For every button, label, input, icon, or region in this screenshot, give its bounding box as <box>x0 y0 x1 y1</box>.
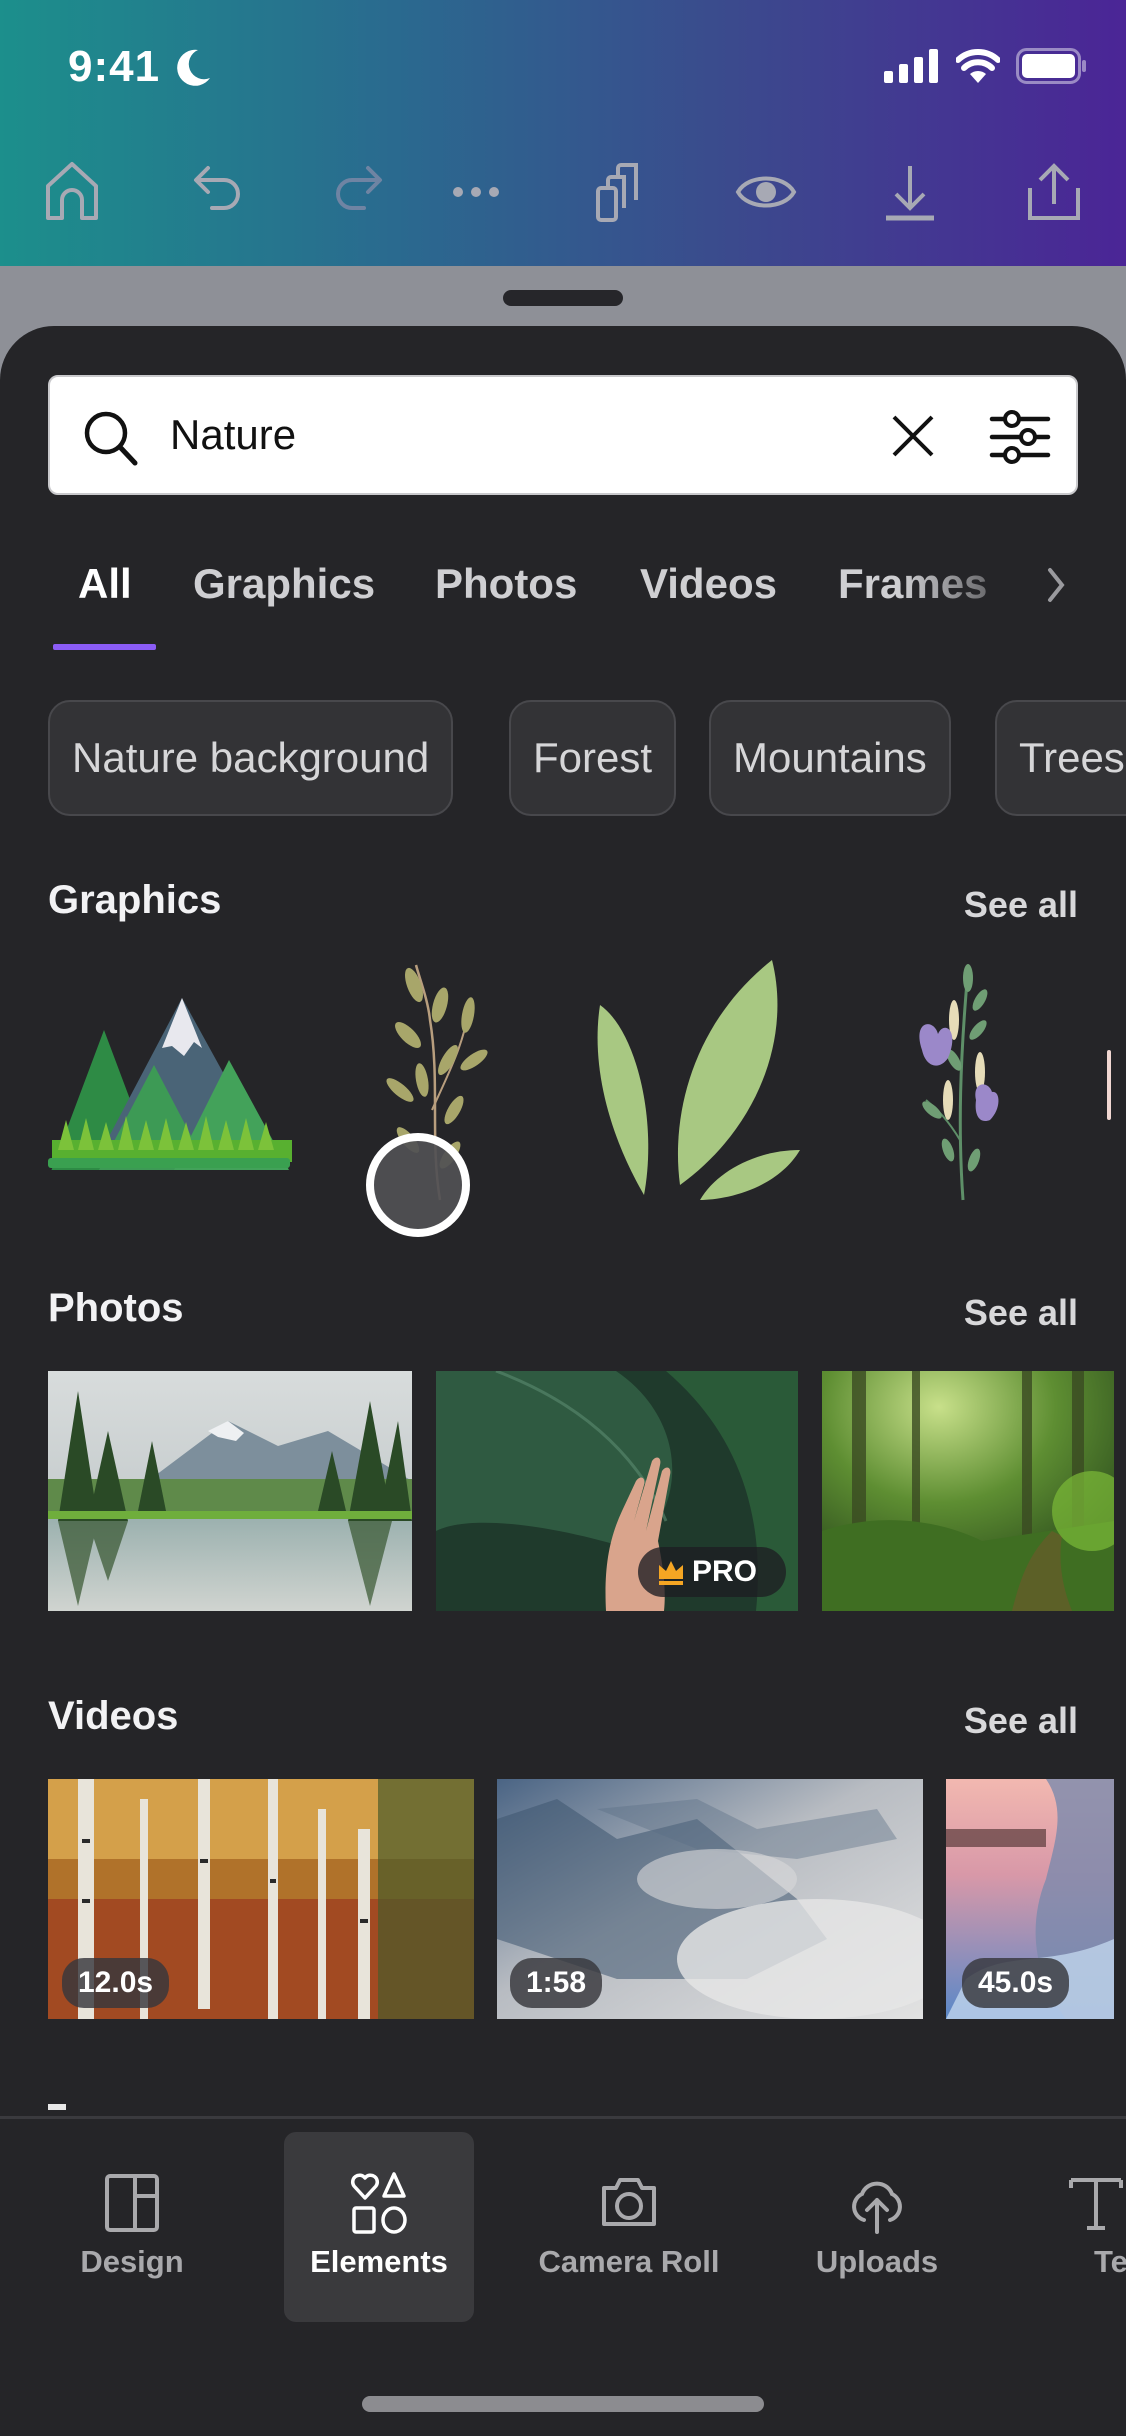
status-time: 9:41 <box>68 42 161 91</box>
close-icon[interactable] <box>886 409 940 463</box>
nav-label: Elements <box>310 2244 448 2279</box>
cloud-upload-icon <box>852 2181 902 2234</box>
nav-text[interactable]: Text <box>1030 2132 1126 2322</box>
wifi-icon <box>956 49 1000 83</box>
nav-uploads[interactable]: Uploads <box>782 2132 972 2322</box>
editor-header: 9:41 <box>0 0 1126 266</box>
nav-label: Camera Roll <box>538 2244 720 2279</box>
suggestion-chips: Nature background Forest Mountains Trees <box>0 700 1126 818</box>
nav-label: Uploads <box>815 2244 939 2279</box>
redo-icon[interactable] <box>326 160 390 224</box>
photos-see-all-link[interactable]: See all <box>964 1292 1078 1334</box>
chip-trees[interactable]: Trees <box>995 700 1126 816</box>
videos-section-title: Videos <box>48 1694 179 1738</box>
nav-camera-roll[interactable]: Camera Roll <box>534 2132 724 2322</box>
graphics-see-all-link[interactable]: See all <box>964 884 1078 926</box>
chip-mountains[interactable]: Mountains <box>709 700 951 816</box>
status-icons <box>884 48 1088 84</box>
filter-sliders-icon[interactable] <box>988 405 1052 469</box>
crown-icon <box>659 1561 683 1585</box>
more-icon[interactable] <box>444 160 508 224</box>
design-layout-icon <box>105 2174 159 2232</box>
share-icon[interactable] <box>1022 160 1086 224</box>
video-duration-badge: 1:58 <box>510 1958 603 2008</box>
tab-videos[interactable]: Videos <box>640 560 777 608</box>
tabs-fade <box>900 540 1020 630</box>
tab-photos[interactable]: Photos <box>435 560 577 608</box>
search-query[interactable]: Nature <box>170 411 296 459</box>
tab-all[interactable]: All <box>78 560 132 608</box>
sheet-drag-handle[interactable] <box>503 290 623 306</box>
home-icon[interactable] <box>40 160 104 224</box>
nav-label: Text <box>1094 2244 1126 2279</box>
graphics-section-title: Graphics <box>48 878 222 922</box>
tab-graphics[interactable]: Graphics <box>193 560 375 608</box>
lavender-flower-illustration[interactable] <box>908 960 1018 1205</box>
battery-icon <box>1016 48 1086 84</box>
search-input[interactable]: Nature <box>48 375 1078 495</box>
mountain-illustration[interactable] <box>44 990 294 1170</box>
pro-badge: PRO <box>638 1547 786 1597</box>
undo-icon[interactable] <box>186 160 250 224</box>
next-section-title-partial <box>48 2104 66 2110</box>
active-tab-indicator <box>53 644 156 650</box>
video-duration-badge: 12.0s <box>62 1958 170 2008</box>
moon-icon <box>177 49 210 86</box>
chip-nature-background[interactable]: Nature background <box>48 700 454 816</box>
drag-cursor-indicator <box>366 1133 470 1237</box>
app-screen: 9:41 Nature All Graphics Photos Videos N… <box>0 0 1126 2436</box>
nav-elements[interactable]: Elements <box>284 2132 474 2322</box>
pages-icon[interactable] <box>590 160 654 224</box>
partial-graphic[interactable] <box>1106 1050 1114 1120</box>
nav-label: Design <box>80 2244 184 2279</box>
text-icon <box>1069 2178 1123 2230</box>
elements-shapes-icon <box>350 2172 407 2234</box>
eye-icon[interactable] <box>734 160 798 224</box>
photo-mountain-lake[interactable] <box>48 1371 412 1611</box>
camera-icon <box>602 2178 656 2226</box>
videos-see-all-link[interactable]: See all <box>964 1700 1078 1742</box>
green-leaves-illustration[interactable] <box>596 960 806 1205</box>
home-indicator <box>362 2396 764 2412</box>
chevron-right-icon[interactable] <box>1040 562 1072 608</box>
search-icon <box>84 411 138 466</box>
nav-design[interactable]: Design <box>37 2132 227 2322</box>
chip-forest[interactable]: Forest <box>509 700 677 816</box>
pro-badge-label: PRO <box>692 1555 758 1588</box>
photos-section-title: Photos <box>48 1286 184 1330</box>
video-duration-badge: 45.0s <box>962 1958 1070 2008</box>
photo-forest-path[interactable] <box>822 1371 1114 1611</box>
download-icon[interactable] <box>878 160 942 224</box>
signal-icon <box>884 49 938 83</box>
